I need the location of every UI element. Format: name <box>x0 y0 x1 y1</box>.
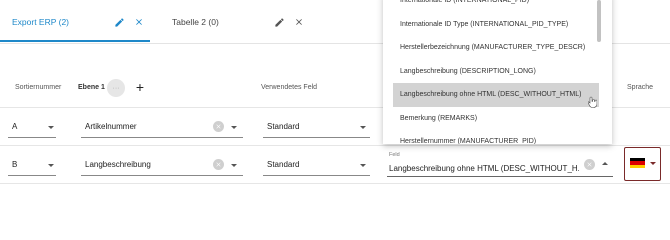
caret-down-icon[interactable] <box>48 164 54 167</box>
usage-value: Standard <box>267 160 300 169</box>
caret-up-icon[interactable] <box>602 162 608 165</box>
divider <box>0 145 670 146</box>
dropdown-option[interactable]: Bemerkung (REMARKS) <box>383 107 603 131</box>
dropdown-option[interactable]: Internationale ID (INTERNATIONAL_PID) <box>383 0 603 13</box>
field-dropdown-menu: Internationale ID (INTERNATIONAL_PID) Int… <box>383 0 612 144</box>
header-sortiernummer: Sortiernummer <box>15 84 62 91</box>
caret-down-icon[interactable] <box>650 162 656 165</box>
header-ebene-1: Ebene 1 <box>78 84 105 91</box>
header-verwendetes-feld: Verwendetes Feld <box>261 84 318 91</box>
divider <box>0 183 670 184</box>
tab-label: Tabelle 2 (0) <box>172 16 219 27</box>
clear-icon[interactable] <box>213 121 224 132</box>
usage-select[interactable]: Standard <box>263 116 370 138</box>
field-value: Langbeschreibung <box>85 160 151 169</box>
usage-value: Standard <box>267 122 300 131</box>
caret-down-icon[interactable] <box>48 126 54 129</box>
caret-down-icon[interactable] <box>231 164 237 167</box>
feld-select-value[interactable]: Langbeschreibung ohne HTML (DESC_WITHOUT… <box>389 160 579 176</box>
caret-down-icon[interactable] <box>360 164 366 167</box>
ebene-badge[interactable]: ··· <box>107 79 125 97</box>
clear-icon[interactable] <box>584 159 595 170</box>
pencil-icon[interactable] <box>272 15 286 29</box>
dropdown-option[interactable]: Herstellernummer (MANUFACTURER_PID) <box>383 130 603 144</box>
dropdown-option[interactable]: Herstellerbezeichnung (MANUFACTURER_TYPE… <box>383 36 603 60</box>
hand-cursor-icon <box>587 95 598 108</box>
dropdown-scrollbar[interactable] <box>597 0 601 42</box>
sort-value: B <box>12 160 18 169</box>
feld-underline <box>387 176 613 177</box>
plus-icon[interactable]: + <box>133 80 147 94</box>
caret-down-icon[interactable] <box>231 126 237 129</box>
close-icon[interactable] <box>132 15 146 29</box>
dropdown-option[interactable]: Langbeschreibung (DESCRIPTION_LONG) <box>383 60 603 84</box>
dropdown-option[interactable]: Internationale ID Type (INTERNATIONAL_PI… <box>383 13 603 37</box>
caret-down-icon[interactable] <box>360 126 366 129</box>
tab-export-erp[interactable]: Export ERP (2) <box>0 0 150 43</box>
header-sprache: Sprache <box>627 84 654 91</box>
german-flag-icon <box>630 158 645 168</box>
pencil-icon[interactable] <box>112 15 126 29</box>
field-value: Artikelnummer <box>85 122 137 131</box>
active-tab-indicator <box>0 40 150 42</box>
sort-value: A <box>12 122 18 131</box>
close-icon[interactable] <box>292 15 306 29</box>
feld-label: Feld <box>389 152 400 158</box>
clear-icon[interactable] <box>213 159 224 170</box>
dropdown-list: Internationale ID (INTERNATIONAL_PID) Int… <box>383 0 603 144</box>
dropdown-option[interactable]: Langbeschreibung ohne HTML (DESC_WITHOUT… <box>393 83 599 107</box>
usage-select[interactable]: Standard <box>263 154 370 176</box>
tab-label: Export ERP (2) <box>12 16 70 27</box>
